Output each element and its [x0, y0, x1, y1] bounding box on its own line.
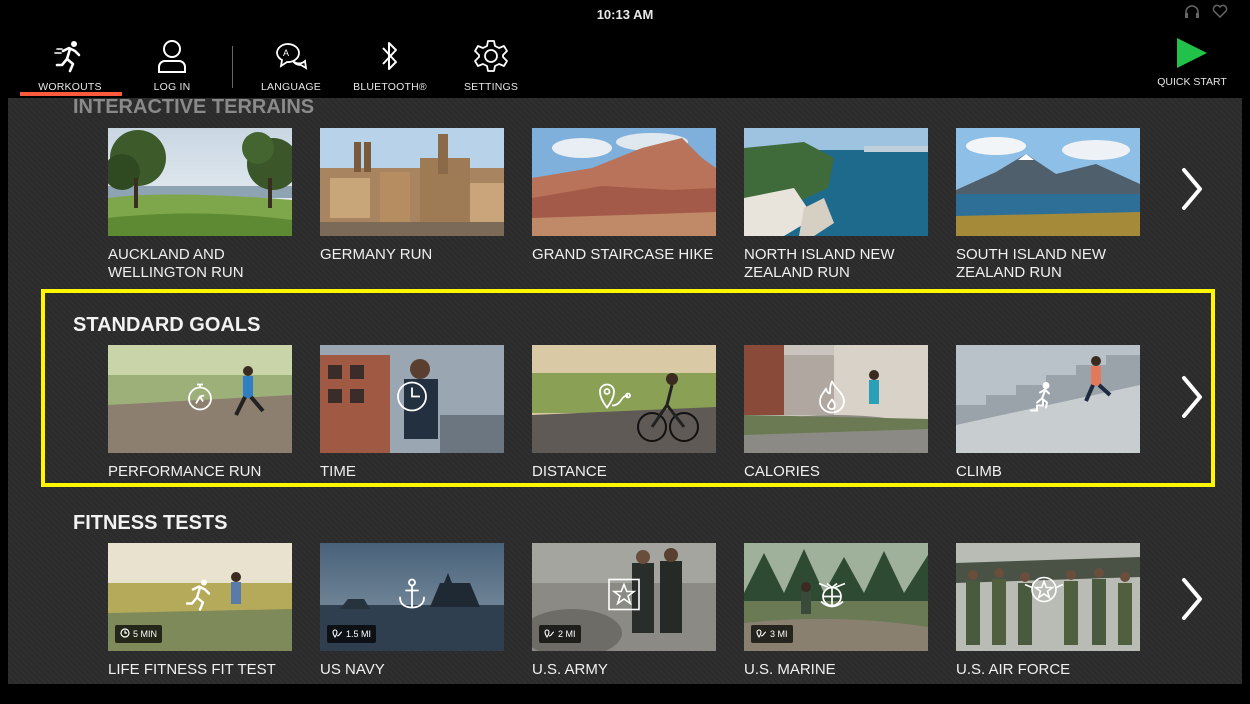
test-tile-us-navy[interactable]: 1.5 MI US NAVY — [320, 543, 504, 679]
tile-label: NORTH ISLAND NEW ZEALAND RUN — [744, 246, 895, 281]
badge-text: 3 MI — [770, 629, 788, 639]
play-icon — [1152, 36, 1232, 70]
tile-label: U.S. AIR FORCE — [956, 661, 1071, 678]
route-pin-icon — [756, 628, 767, 640]
test-tile-us-air-force[interactable]: U.S. AIR FORCE — [956, 543, 1140, 679]
route-pin-icon — [332, 628, 343, 640]
runner-icon — [183, 578, 217, 617]
headphones-icon — [1184, 4, 1200, 21]
thumbnail-life-fitness-fit-test: 5 MIN — [108, 543, 292, 651]
app-screen: 10:13 AM WORKOUTS LOG IN A LANGUAGE BLUE… — [8, 0, 1242, 704]
thumbnail-north-island — [744, 128, 928, 236]
nav-settings[interactable]: SETTINGS — [441, 36, 541, 93]
test-tile-life-fitness[interactable]: 5 MIN LIFE FITNESS FIT TEST — [108, 543, 292, 679]
standard-goals-highlight — [41, 289, 1215, 487]
clock-icon — [120, 628, 130, 640]
user-icon — [122, 36, 222, 76]
quick-start-label: QUICK START — [1157, 76, 1227, 88]
language-bubble-icon: A — [241, 36, 341, 76]
nav-bluetooth[interactable]: BLUETOOTH® — [340, 36, 440, 93]
badge-text: 1.5 MI — [346, 629, 372, 639]
nav-language[interactable]: A LANGUAGE — [241, 36, 341, 93]
tile-label: SOUTH ISLAND NEW ZEALAND RUN — [956, 246, 1107, 281]
bottom-bezel — [0, 684, 1250, 704]
thumbnail-us-marine: 3 MI — [744, 543, 928, 651]
nav-active-indicator — [20, 92, 122, 96]
gear-icon — [441, 36, 541, 76]
workout-tile[interactable]: NORTH ISLAND NEW ZEALAND RUN — [744, 128, 928, 282]
nav-label: SETTINGS — [463, 81, 519, 93]
thumbnail-us-army: 2 MI — [532, 543, 716, 651]
svg-text:A: A — [283, 48, 289, 58]
star-icon — [607, 578, 641, 617]
chevron-right-icon — [1182, 168, 1202, 210]
tile-label: GERMANY RUN — [320, 246, 433, 263]
nav-label: LOG IN — [153, 81, 191, 93]
tile-label: LIFE FITNESS FIT TEST — [108, 661, 276, 678]
runner-icon — [20, 36, 120, 76]
fitness-tests-next-button[interactable] — [1178, 574, 1208, 624]
thumbnail-germany — [320, 128, 504, 236]
bluetooth-icon — [340, 36, 440, 76]
thumbnail-south-island — [956, 128, 1140, 236]
workout-tile[interactable]: SOUTH ISLAND NEW ZEALAND RUN — [956, 128, 1140, 282]
tile-label: AUCKLAND AND WELLINGTON RUN — [108, 246, 244, 281]
status-clock: 10:13 AM — [596, 7, 654, 22]
thumbnail-grand-staircase — [532, 128, 716, 236]
distance-badge: 2 MI — [539, 625, 581, 643]
workout-tile[interactable]: GRAND STAIRCASE HIKE — [532, 128, 716, 264]
nav-workouts[interactable]: WORKOUTS — [20, 36, 120, 93]
badge-text: 5 MIN — [133, 629, 158, 639]
status-icons — [1184, 4, 1228, 21]
quick-start-button[interactable]: QUICK START — [1152, 36, 1232, 88]
workout-tile[interactable]: GERMANY RUN — [320, 128, 504, 264]
badge-text: 2 MI — [558, 629, 576, 639]
terrains-next-button[interactable] — [1178, 164, 1208, 214]
tile-label: US NAVY — [320, 661, 385, 678]
tile-label: U.S. MARINE — [744, 661, 836, 678]
nav-log-in[interactable]: LOG IN — [122, 36, 222, 93]
duration-badge: 5 MIN — [115, 625, 163, 643]
test-tile-us-marine[interactable]: 3 MI U.S. MARINE — [744, 543, 928, 679]
tile-label: U.S. ARMY — [532, 661, 608, 678]
nav-label: LANGUAGE — [261, 81, 321, 93]
test-tile-us-army[interactable]: 2 MI U.S. ARMY — [532, 543, 716, 679]
heart-icon — [1212, 4, 1228, 21]
section-title-terrains: INTERACTIVE TERRAINS — [73, 96, 315, 118]
section-title-fitness-tests: FITNESS TESTS — [73, 512, 228, 534]
thumbnail-auckland — [108, 128, 292, 236]
nav-label: BLUETOOTH® — [353, 81, 427, 93]
tile-label: GRAND STAIRCASE HIKE — [532, 246, 714, 263]
thumbnail-us-air-force — [956, 543, 1140, 651]
eagle-globe-anchor-icon — [815, 578, 849, 617]
top-navigation-bar: 10:13 AM WORKOUTS LOG IN A LANGUAGE BLUE… — [8, 0, 1242, 98]
chevron-right-icon — [1182, 578, 1202, 620]
nav-divider — [232, 46, 233, 88]
anchor-icon — [397, 578, 427, 617]
thumbnail-us-navy: 1.5 MI — [320, 543, 504, 651]
star-wings-icon — [1024, 572, 1064, 611]
workout-tile[interactable]: AUCKLAND AND WELLINGTON RUN — [108, 128, 292, 282]
distance-badge: 3 MI — [751, 625, 793, 643]
route-pin-icon — [544, 628, 555, 640]
distance-badge: 1.5 MI — [327, 625, 377, 643]
